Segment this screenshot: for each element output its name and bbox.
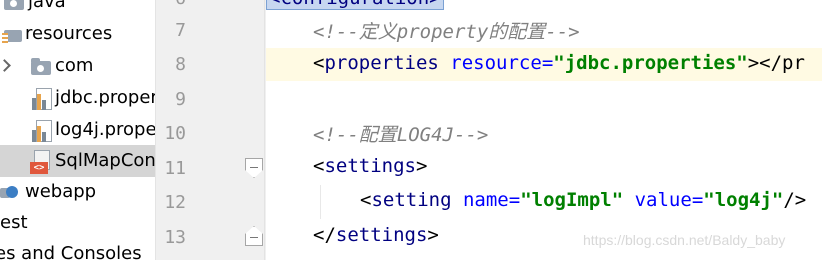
tree-item-label: es and Consoles [0, 243, 142, 260]
attribute-name: name [462, 189, 509, 211]
indent-guide [320, 185, 321, 219]
tree-item-resources[interactable]: resources [0, 18, 155, 50]
configuration-tag-selection[interactable]: <configuration> [266, 0, 444, 10]
tree-item-webapp[interactable]: webapp [0, 176, 155, 208]
attribute-name: resource [450, 52, 542, 74]
web-folder-icon [0, 184, 18, 200]
line-number: 8 [175, 54, 186, 75]
tree-item-sqlmapconfig[interactable]: <> SqlMapCon [0, 145, 155, 177]
tag-bracket: </ [313, 224, 336, 246]
line-number: 6 [156, 0, 186, 9]
properties-element: <properties resource="jdbc.properties"><… [313, 52, 805, 74]
tree-item-label: webapp [25, 181, 97, 202]
tag-bracket: > [415, 155, 428, 177]
xml-file-icon: <> [30, 150, 52, 174]
tag-name: properties [324, 52, 439, 74]
tree-item-scratches-consoles[interactable]: es and Consoles [0, 238, 155, 260]
settings-close-element: </settings> [313, 224, 439, 246]
line-number: 9 [175, 89, 186, 110]
tag-bracket: < [313, 155, 325, 177]
project-tree: java resources com jdbc.proper log4j.pro… [0, 0, 156, 260]
tree-item-log4j-properties[interactable]: log4j.prope [0, 114, 155, 146]
tree-item-label: com [55, 55, 94, 76]
attribute-name: value [634, 189, 692, 211]
tree-item-jdbc-properties[interactable]: jdbc.proper [0, 82, 155, 114]
attribute-value: "logImpl" [520, 189, 624, 211]
tree-item-test[interactable]: test [0, 207, 155, 239]
tag-bracket: < [360, 189, 372, 211]
watermark-text: https://blog.csdn.net/Baldy_baby [583, 232, 786, 248]
tree-item-label: jdbc.proper [55, 87, 156, 108]
attribute-equals: = [541, 52, 554, 74]
tree-item-java[interactable]: java [0, 0, 155, 18]
comment-property-config: <!--定义property的配置--> [313, 21, 580, 43]
attribute-value: "jdbc.properties" [553, 52, 748, 74]
tag-bracket: < [313, 52, 325, 74]
resources-folder-icon [2, 30, 22, 43]
tag-name: setting [371, 189, 452, 211]
chevron-right-icon[interactable] [0, 59, 11, 72]
tag-name: settings [324, 155, 416, 177]
package-folder-icon [31, 58, 51, 75]
line-number: 11 [164, 158, 186, 179]
tree-item-label: SqlMapCon [55, 150, 156, 171]
tree-item-label: test [0, 212, 28, 233]
tag-bracket: > [427, 224, 439, 246]
setting-element: <setting name="logImpl" value="log4j"/> [360, 189, 807, 211]
tree-item-label: java [28, 0, 66, 12]
attribute-value: "log4j" [703, 189, 784, 211]
line-number: 10 [164, 123, 186, 144]
tag-tail: ></pr [747, 52, 805, 74]
tree-item-com[interactable]: com [0, 50, 155, 82]
tag-tail: /> [783, 189, 807, 211]
comment-log4j-config: <!--配置LOG4J--> [313, 124, 489, 146]
line-number: 7 [175, 20, 186, 41]
tree-item-label: resources [25, 23, 113, 44]
tree-item-label: log4j.prope [55, 119, 156, 140]
gutter-divider [264, 0, 265, 260]
folder-icon [4, 0, 24, 10]
properties-file-icon [32, 88, 52, 110]
properties-file-icon [32, 120, 52, 142]
line-number: 13 [164, 227, 186, 248]
tag-name: settings [335, 224, 428, 246]
line-number: 12 [164, 192, 186, 213]
settings-open-element: <settings> [313, 155, 427, 177]
